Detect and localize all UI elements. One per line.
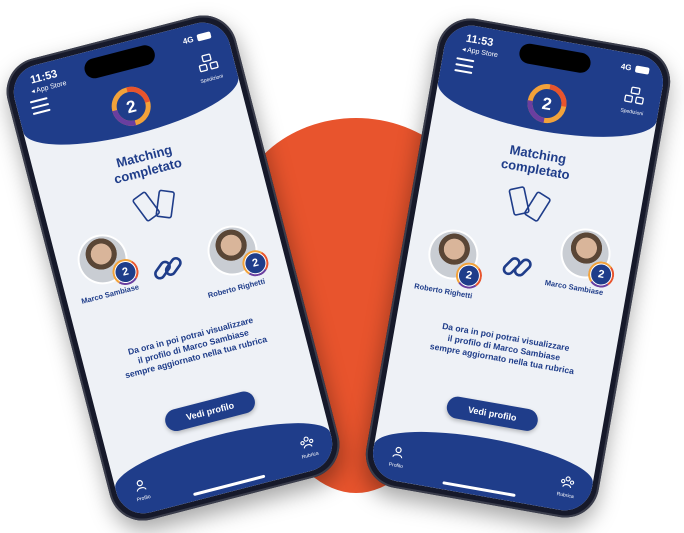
view-profile-button[interactable]: Vedi profilo [445, 394, 540, 433]
battery-icon [634, 65, 650, 75]
info-message: Da ora in poi potrai visualizzare il pro… [95, 307, 291, 388]
avatar: 2 [558, 226, 613, 287]
menu-icon[interactable] [454, 57, 475, 78]
person-name: Roberto Righetti [206, 276, 267, 300]
link-chain-icon [154, 257, 182, 280]
phones-match-icon [132, 189, 175, 222]
profile-icon [136, 480, 147, 492]
phone-screen: 11:53 ◂ App Store 4G Spedizioni 2 Matchi… [368, 21, 668, 515]
info-message: Da ora in poi potrai visualizzare il pro… [405, 315, 602, 381]
avatar: 2 [74, 231, 138, 288]
avatar-badge: 2 [243, 251, 268, 276]
app-logo-icon: 2 [527, 84, 567, 124]
avatar-badge: 2 [457, 264, 481, 288]
bottom-nav [108, 407, 339, 520]
person-name: Marco Sambiase [80, 282, 140, 306]
spedizioni-button[interactable]: Spedizioni [615, 84, 652, 118]
phone-right: 11:53 ◂ App Store 4G Spedizioni 2 Matchi… [360, 13, 676, 523]
phone-screen: 11:53 ◂ App Store 4G Spedizioni 2 Matchi… [7, 16, 339, 520]
nav-profile[interactable]: Profilo [382, 441, 412, 471]
link-chain-icon [502, 257, 532, 277]
profile-icon [392, 446, 403, 459]
rubrica-icon [561, 476, 575, 489]
phone-left: 11:53 ◂ App Store 4G Spedizioni 2 Matchi… [0, 8, 347, 528]
avatar-badge: 2 [113, 259, 138, 285]
avatar: 2 [204, 222, 268, 279]
spedizioni-icon [624, 86, 644, 105]
rubrica-icon [300, 436, 314, 449]
network-label: 4G [620, 61, 633, 73]
avatar-badge: 2 [589, 262, 613, 287]
view-profile-button[interactable]: Vedi profilo [162, 389, 258, 434]
spedizioni-icon [198, 53, 219, 73]
phones-match-icon [508, 186, 551, 222]
nav-rubrica[interactable]: Rubrica [552, 471, 582, 501]
avatar: 2 [426, 227, 481, 288]
